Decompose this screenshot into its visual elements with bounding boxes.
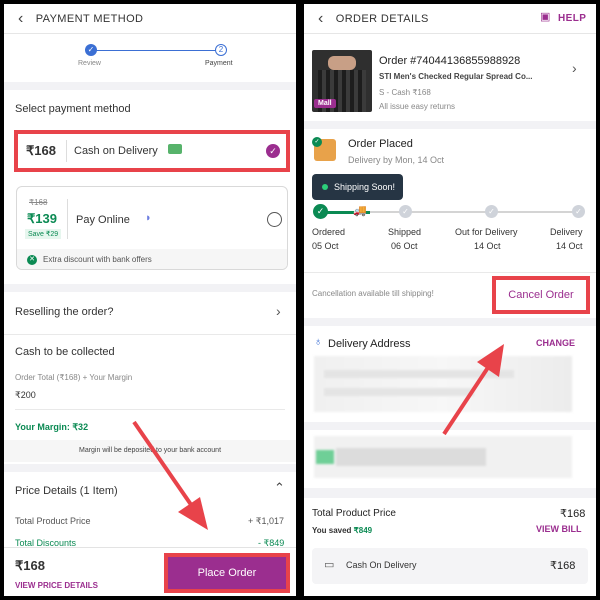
pointer-arrow — [442, 344, 504, 436]
order-details-screen: ‹ ORDER DETAILS ▣ HELP Mall Order #74044… — [304, 4, 596, 596]
payment-method-screen: ‹ PAYMENT METHOD ✓ 2 Review Payment Sele… — [4, 4, 296, 596]
pointer-arrow — [132, 420, 208, 530]
